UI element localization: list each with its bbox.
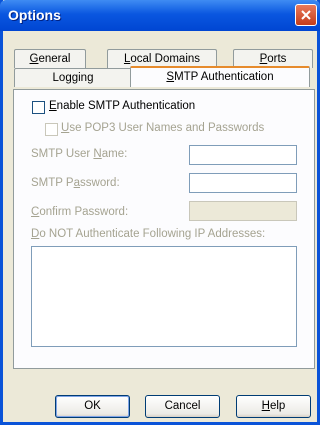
cancel-button[interactable]: Cancel: [145, 395, 220, 418]
smtp-user-name-label: SMTP User Name:: [31, 148, 127, 160]
confirm-password-field[interactable]: [189, 201, 297, 221]
tab-ports-label-post: orts: [267, 53, 287, 65]
ip-label-post: o NOT Authenticate Following IP Addresse…: [39, 228, 266, 240]
smtp-user-label-accel: N: [93, 148, 102, 160]
confirm-password-label: Confirm Password:: [31, 206, 128, 218]
smtp-password-label-pre: SMTP P: [31, 177, 74, 189]
use-pop3-label[interactable]: Use POP3 User Names and Passwords: [61, 122, 264, 134]
ok-button[interactable]: OK: [55, 395, 130, 418]
use-pop3-label-post: se POP3 User Names and Passwords: [69, 122, 265, 134]
smtp-user-label-pre: SMTP User: [31, 148, 94, 160]
smtp-user-name-field[interactable]: [189, 145, 297, 165]
enable-smtp-auth-checkbox[interactable]: [32, 101, 45, 114]
window-title: Options: [8, 7, 61, 23]
smtp-password-field[interactable]: [189, 173, 297, 193]
smtp-password-label: SMTP Password:: [31, 177, 120, 189]
title-bar[interactable]: Options: [0, 0, 320, 31]
ip-addresses-label: Do NOT Authenticate Following IP Address…: [31, 228, 265, 240]
smtp-user-label-post: ame:: [101, 148, 128, 160]
tab-logging-label: Logging: [52, 72, 94, 84]
tab-general[interactable]: General: [14, 49, 86, 68]
tab-logging[interactable]: Logging: [14, 68, 132, 87]
options-dialog: Options General Local Domains Ports Logg…: [0, 0, 320, 425]
ip-addresses-textarea[interactable]: [31, 246, 297, 347]
close-icon: [301, 10, 311, 20]
tab-smtp-accel: S: [166, 71, 175, 83]
tab-smtp-label-post: MTP Authentication: [174, 71, 274, 83]
confirm-password-label-post: onfirm Password:: [39, 206, 129, 218]
enable-smtp-label-accel: E: [49, 100, 57, 112]
enable-smtp-auth-label[interactable]: Enable SMTP Authentication: [49, 100, 195, 112]
use-pop3-checkbox[interactable]: [45, 123, 58, 136]
close-button[interactable]: [295, 4, 317, 26]
help-label-accel: H: [261, 400, 270, 412]
tab-smtp-authentication[interactable]: SMTP Authentication: [130, 66, 310, 87]
help-label-post: elp: [269, 400, 286, 412]
tab-general-label-post: eneral: [38, 53, 71, 65]
enable-smtp-label-post: nable SMTP Authentication: [56, 100, 196, 112]
smtp-password-label-post: ssword:: [80, 177, 120, 189]
tab-local-domains-label-post: ocal Domains: [130, 53, 201, 65]
help-button[interactable]: Help: [236, 395, 311, 418]
